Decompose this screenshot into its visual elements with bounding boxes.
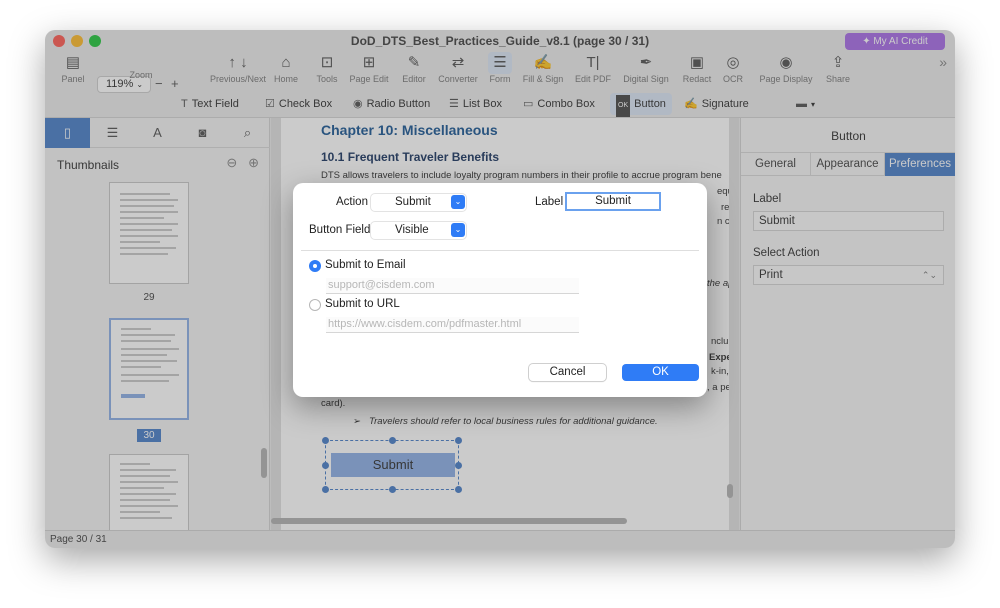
dialog-divider	[301, 250, 699, 251]
submit-email-radio[interactable]	[309, 260, 321, 272]
cancel-button[interactable]: Cancel	[529, 364, 606, 381]
label-input[interactable]: Submit	[565, 192, 661, 211]
button-action-dialog: Action Submit ⌄ Label Submit Button Fiel…	[293, 183, 707, 397]
chevron-down-icon: ⌄	[451, 223, 465, 237]
action-label: Action	[336, 196, 368, 208]
submit-email-label: Submit to Email	[325, 259, 406, 271]
label-label: Label	[535, 196, 564, 208]
button-field-select-value: Visible	[395, 224, 429, 236]
chevron-down-icon: ⌄	[451, 195, 465, 209]
button-field-label: Button Field	[309, 224, 371, 236]
action-select-value: Submit	[395, 196, 431, 208]
submit-url-radio[interactable]	[309, 299, 321, 311]
ok-button[interactable]: OK	[622, 364, 699, 381]
button-field-select[interactable]: Visible ⌄	[371, 222, 466, 239]
url-field[interactable]: https://www.cisdem.com/pdfmaster.html	[326, 317, 579, 333]
email-field[interactable]: support@cisdem.com	[326, 278, 579, 294]
submit-url-label: Submit to URL	[325, 298, 400, 310]
action-select[interactable]: Submit ⌄	[371, 194, 466, 211]
